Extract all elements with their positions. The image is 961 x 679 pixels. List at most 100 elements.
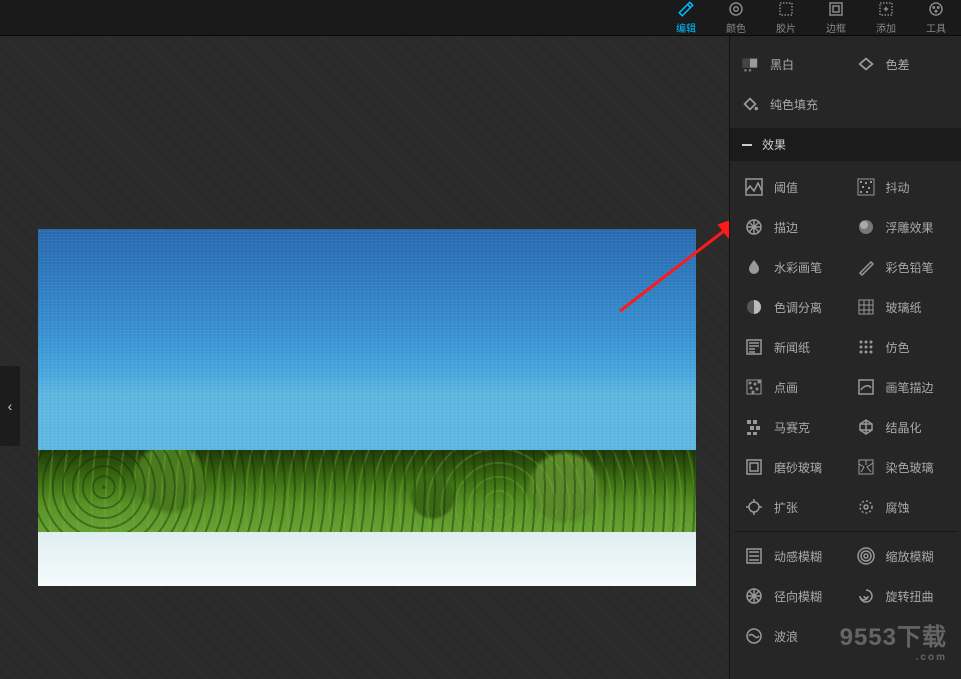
effect-label: 水彩画笔 — [774, 259, 822, 276]
effect-label: 黑白 — [770, 56, 794, 73]
emboss-icon — [856, 217, 876, 237]
image-region-trees — [38, 450, 696, 543]
tab-label: 工具 — [926, 20, 946, 35]
pointillize-icon — [744, 377, 764, 397]
mosaic-icon — [744, 417, 764, 437]
tab-edit[interactable]: 编辑 — [661, 0, 711, 35]
tab-label: 颜色 — [726, 20, 746, 35]
effect-label: 彩色铅笔 — [886, 259, 934, 276]
chevron-left-icon: ‹ — [8, 398, 13, 414]
watercolor-icon — [744, 257, 764, 277]
section-header-effects[interactable]: 效果 — [730, 128, 961, 161]
pencil-icon — [856, 257, 876, 277]
effect-brushstroke[interactable]: 画笔描边 — [846, 367, 958, 407]
effect-newsprint[interactable]: 新闻纸 — [734, 327, 846, 367]
dither-icon — [856, 177, 876, 197]
effect-black-white[interactable]: 黑白 — [730, 44, 846, 84]
posterize-icon — [744, 297, 764, 317]
effect-motion-blur[interactable]: 动感模糊 — [734, 536, 846, 576]
collapse-icon — [742, 144, 752, 146]
chromatic-icon — [856, 54, 876, 74]
tab-label: 添加 — [876, 20, 896, 35]
dilate-icon — [744, 497, 764, 517]
effect-stroke[interactable]: 描边 — [734, 207, 846, 247]
effect-pointillize[interactable]: 点画 — [734, 367, 846, 407]
brushstroke-icon — [856, 377, 876, 397]
pre-effects-group: 黑白 色差 纯色填充 — [730, 36, 961, 128]
radialblur-icon — [744, 586, 764, 606]
bw-icon — [740, 54, 760, 74]
effect-label: 点画 — [774, 379, 798, 396]
tab-film[interactable]: 胶片 — [761, 0, 811, 35]
image-region-ground — [38, 532, 696, 586]
effect-label: 波浪 — [774, 628, 798, 645]
effect-label: 磨砂玻璃 — [774, 459, 822, 476]
effect-label: 色差 — [886, 56, 910, 73]
halftone-icon — [856, 337, 876, 357]
tab-label: 胶片 — [776, 20, 796, 35]
tab-tools[interactable]: 工具 — [911, 0, 961, 35]
effect-halftone[interactable]: 仿色 — [846, 327, 958, 367]
bucket-icon — [740, 94, 760, 114]
effect-solid-fill[interactable]: 纯色填充 — [730, 84, 846, 124]
tab-add[interactable]: 添加 — [861, 0, 911, 35]
effect-label: 缩放模糊 — [886, 548, 934, 565]
twirl-icon — [856, 586, 876, 606]
effect-label: 纯色填充 — [770, 96, 818, 113]
cellophane-icon — [856, 297, 876, 317]
effect-emboss[interactable]: 浮雕效果 — [846, 207, 958, 247]
effect-color-pencil[interactable]: 彩色铅笔 — [846, 247, 958, 287]
effect-label: 玻璃纸 — [886, 299, 922, 316]
tab-label: 边框 — [826, 20, 846, 35]
effect-label: 扩张 — [774, 499, 798, 516]
threshold-icon — [744, 177, 764, 197]
effect-label: 动感模糊 — [774, 548, 822, 565]
top-toolbar: 编辑 颜色 胶片 边框 添加 工具 — [0, 0, 961, 36]
effect-posterize[interactable]: 色调分离 — [734, 287, 846, 327]
effect-cellophane[interactable]: 玻璃纸 — [846, 287, 958, 327]
effect-stained-glass[interactable]: 染色玻璃 — [846, 447, 958, 487]
newsprint-icon — [744, 337, 764, 357]
effect-label: 新闻纸 — [774, 339, 810, 356]
effect-crystallize[interactable]: 结晶化 — [846, 407, 958, 447]
effect-watercolor[interactable]: 水彩画笔 — [734, 247, 846, 287]
image-region-water — [38, 229, 696, 472]
tab-frame[interactable]: 边框 — [811, 0, 861, 35]
effect-label: 结晶化 — [886, 419, 922, 436]
effect-dilate[interactable]: 扩张 — [734, 487, 846, 527]
canvas-area: ‹ — [0, 36, 729, 679]
effect-wave[interactable]: 波浪 — [734, 616, 846, 656]
tab-color[interactable]: 颜色 — [711, 0, 761, 35]
effect-mosaic[interactable]: 马赛克 — [734, 407, 846, 447]
effect-label: 马赛克 — [774, 419, 810, 436]
image-preview[interactable] — [38, 229, 696, 586]
effect-label: 浮雕效果 — [886, 219, 934, 236]
effect-label: 色调分离 — [774, 299, 822, 316]
divider — [734, 531, 957, 532]
effects-grid: 阈值 抖动 描边 浮雕效果 水彩画笔 彩色铅笔 色调分离 玻璃纸 — [730, 161, 961, 662]
effect-chromatic-aberration[interactable]: 色差 — [846, 44, 961, 84]
tab-label: 编辑 — [676, 20, 696, 35]
effect-label: 腐蚀 — [886, 499, 910, 516]
zoomblur-icon — [856, 546, 876, 566]
effect-threshold[interactable]: 阈值 — [734, 167, 846, 207]
effect-label: 画笔描边 — [886, 379, 934, 396]
effect-erode[interactable]: 腐蚀 — [846, 487, 958, 527]
effect-label: 径向模糊 — [774, 588, 822, 605]
effect-frosted-glass[interactable]: 磨砂玻璃 — [734, 447, 846, 487]
effect-label: 描边 — [774, 219, 798, 236]
effect-zoom-blur[interactable]: 缩放模糊 — [846, 536, 958, 576]
section-title: 效果 — [762, 136, 786, 153]
side-panel: 黑白 色差 纯色填充 效果 阈值 — [729, 36, 961, 679]
erode-icon — [856, 497, 876, 517]
effect-dither[interactable]: 抖动 — [846, 167, 958, 207]
frosted-icon — [744, 457, 764, 477]
effect-twirl[interactable]: 旋转扭曲 — [846, 576, 958, 616]
panel-collapse-handle[interactable]: ‹ — [0, 366, 20, 446]
stained-icon — [856, 457, 876, 477]
effect-label: 阈值 — [774, 179, 798, 196]
effect-radial-blur[interactable]: 径向模糊 — [734, 576, 846, 616]
effect-label: 旋转扭曲 — [886, 588, 934, 605]
motionblur-icon — [744, 546, 764, 566]
effect-label: 染色玻璃 — [886, 459, 934, 476]
